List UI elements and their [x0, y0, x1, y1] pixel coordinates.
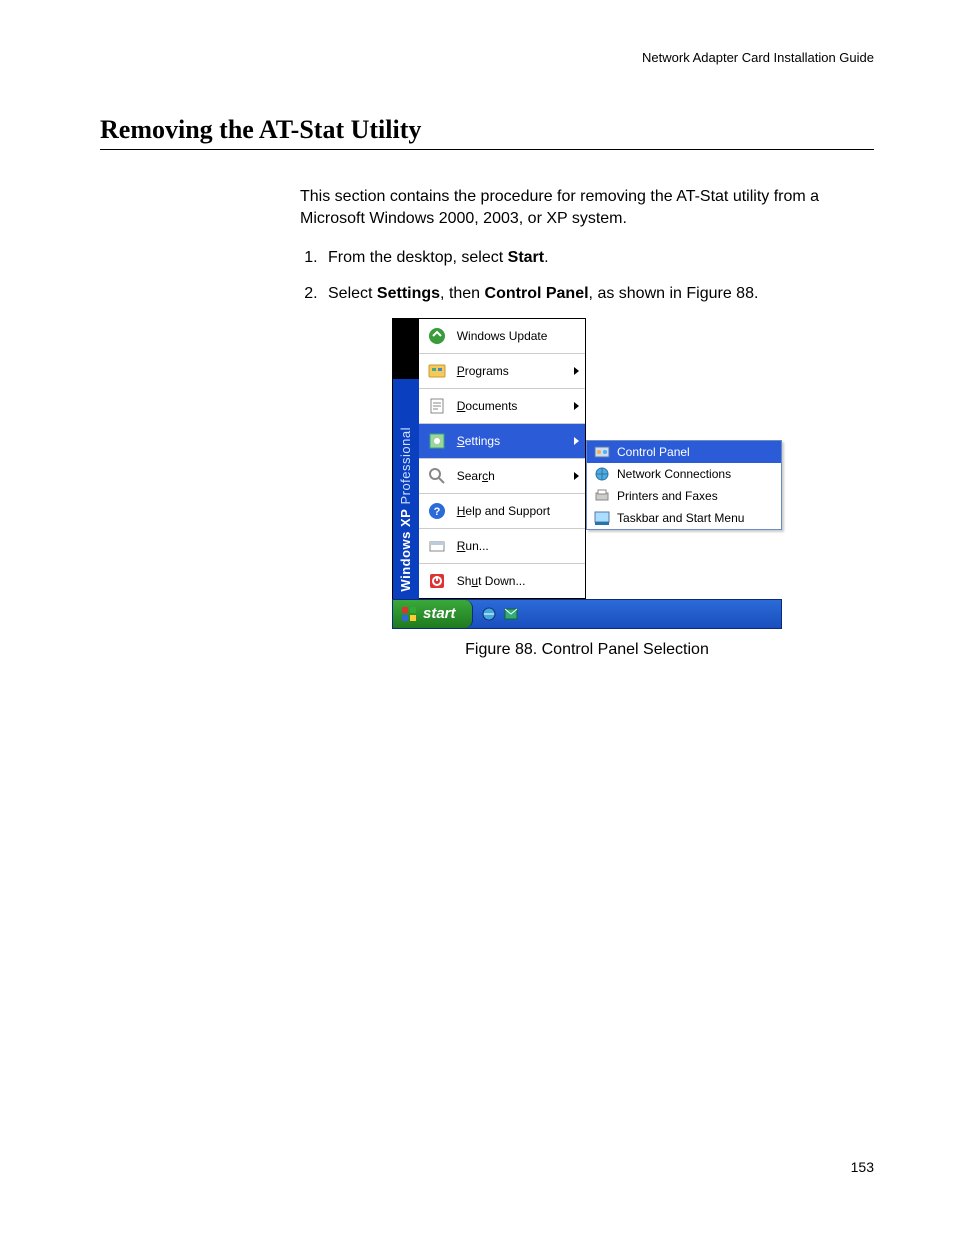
submenu-item-label: Network Connections [617, 466, 731, 482]
section-heading: Removing the AT-Stat Utility [100, 115, 874, 145]
step-2-bold-1: Settings [377, 285, 440, 302]
submenu-item-label: Control Panel [617, 444, 690, 460]
start-menu-main-column: Windows Update Programs [419, 318, 586, 599]
settings-submenu: Control Panel Network Connections [586, 440, 782, 530]
page-number: 153 [851, 1159, 874, 1175]
printers-icon [593, 487, 611, 505]
figure-88: Windows XP Professional Windows Update [300, 318, 874, 661]
start-menu-brand-text: Windows XP Professional [397, 427, 415, 592]
menu-item-run[interactable]: Run... [419, 528, 585, 563]
submenu-arrow-icon [574, 472, 579, 480]
submenu-item-label: Printers and Faxes [617, 488, 718, 504]
step-1-text-post: . [544, 249, 548, 266]
menu-item-windows-update[interactable]: Windows Update [419, 319, 585, 353]
settings-icon [425, 429, 449, 453]
menu-item-shutdown[interactable]: Shut Down... [419, 563, 585, 598]
windows-update-icon [425, 324, 449, 348]
run-icon [425, 534, 449, 558]
menu-item-label: Settings [457, 433, 570, 449]
start-button[interactable]: start [393, 600, 473, 628]
start-menu-brand-strip: Windows XP Professional [392, 318, 419, 599]
svg-text:?: ? [433, 506, 440, 518]
windows-flag-icon [401, 606, 417, 622]
step-2-bold-2: Control Panel [485, 285, 589, 302]
submenu-arrow-icon [574, 367, 579, 375]
step-2-text-post: , as shown in Figure 88. [589, 285, 759, 302]
taskbar-icon [593, 509, 611, 527]
menu-item-programs[interactable]: Programs [419, 353, 585, 388]
outlook-icon[interactable] [503, 606, 519, 622]
menu-item-label: Shut Down... [457, 573, 579, 589]
step-2: Select Settings, then Control Panel, as … [322, 283, 874, 305]
menu-item-label: Documents [457, 398, 570, 414]
step-1-bold: Start [508, 249, 544, 266]
submenu-item-printers[interactable]: Printers and Faxes [587, 485, 781, 507]
menu-item-help[interactable]: ? Help and Support [419, 493, 585, 528]
menu-item-label: Help and Support [457, 503, 579, 519]
shutdown-icon [425, 569, 449, 593]
step-2-text-mid: , then [440, 285, 484, 302]
step-1: From the desktop, select Start. [322, 247, 874, 269]
procedure-list: From the desktop, select Start. Select S… [300, 247, 874, 304]
control-panel-icon [593, 443, 611, 461]
help-icon: ? [425, 499, 449, 523]
menu-item-settings[interactable]: Settings [419, 423, 585, 458]
running-header: Network Adapter Card Installation Guide [100, 50, 874, 65]
menu-item-label: Run... [457, 538, 579, 554]
step-1-text-pre: From the desktop, select [328, 249, 508, 266]
network-icon [593, 465, 611, 483]
submenu-item-network-connections[interactable]: Network Connections [587, 463, 781, 485]
figure-caption: Figure 88. Control Panel Selection [300, 639, 874, 661]
menu-item-label: Programs [457, 363, 570, 379]
menu-item-search[interactable]: Search [419, 458, 585, 493]
heading-rule [100, 149, 874, 150]
ie-icon[interactable] [481, 606, 497, 622]
taskbar: start [392, 599, 782, 629]
submenu-arrow-icon [574, 437, 579, 445]
documents-icon [425, 394, 449, 418]
start-menu-screenshot: Windows XP Professional Windows Update [392, 318, 782, 629]
submenu-item-taskbar[interactable]: Taskbar and Start Menu [587, 507, 781, 529]
menu-item-label: Windows Update [457, 328, 579, 344]
submenu-arrow-icon [574, 402, 579, 410]
menu-item-label: Search [457, 468, 570, 484]
step-2-text-pre: Select [328, 285, 377, 302]
submenu-item-control-panel[interactable]: Control Panel [587, 441, 781, 463]
search-icon [425, 464, 449, 488]
programs-icon [425, 359, 449, 383]
intro-paragraph: This section contains the procedure for … [300, 186, 874, 229]
submenu-item-label: Taskbar and Start Menu [617, 510, 744, 526]
menu-item-documents[interactable]: Documents [419, 388, 585, 423]
start-button-label: start [423, 604, 456, 624]
